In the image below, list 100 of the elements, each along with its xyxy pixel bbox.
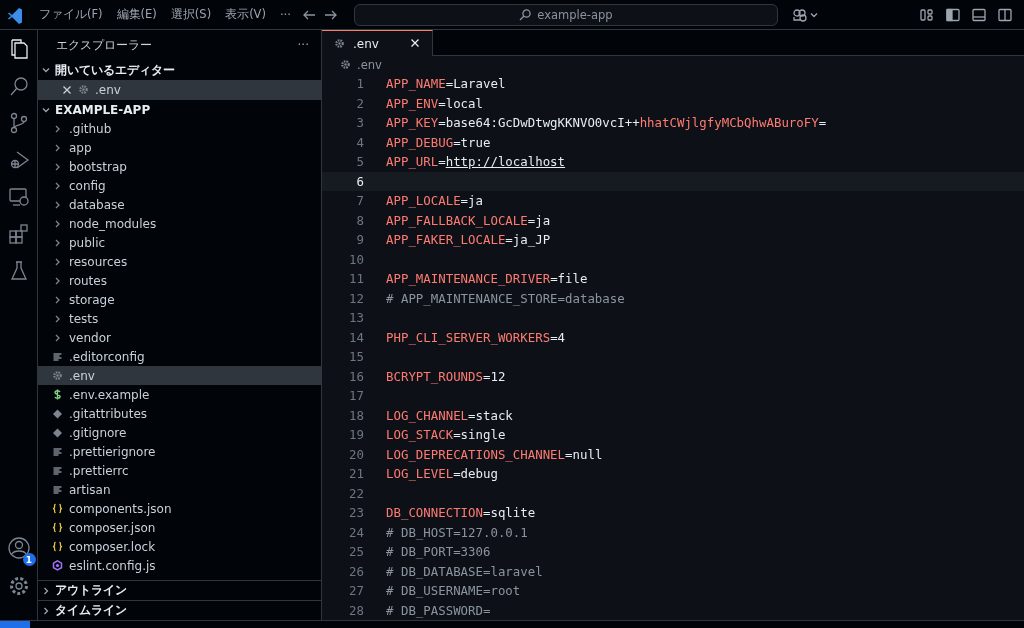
open-editor-item[interactable]: .env <box>38 80 321 99</box>
editor-tab[interactable]: .env <box>322 30 433 57</box>
close-icon <box>410 37 420 48</box>
hexagon-icon <box>52 560 63 571</box>
chevron-right-icon <box>41 585 51 596</box>
folder-item[interactable]: bootstrap <box>38 157 321 176</box>
extensions-icon <box>7 223 30 245</box>
line-number: 19 <box>348 427 364 443</box>
lines-icon <box>52 465 63 476</box>
code-text: # DB_DATABASE=laravel <box>386 563 543 579</box>
file-item[interactable]: .env <box>38 366 321 385</box>
code-text: APP_FAKER_LOCALE=ja_JP <box>386 232 551 248</box>
menu-item[interactable]: ··· <box>272 4 298 25</box>
braces-icon <box>52 541 63 552</box>
code-text: APP_LOCALE=ja <box>386 193 483 209</box>
notification-badge: 1 <box>22 553 36 566</box>
file-item[interactable]: .prettierrc <box>38 461 321 480</box>
line-number: 9 <box>355 232 364 248</box>
layout-icon <box>920 7 934 22</box>
file-item[interactable]: .editorconfig <box>38 347 321 366</box>
code-text: # DB_USERNAME=root <box>386 583 521 599</box>
line-number: 20 <box>348 446 364 462</box>
file-item[interactable]: composer.lock <box>38 537 321 556</box>
line-number: 28 <box>348 602 364 618</box>
chevron-down-icon <box>809 10 818 19</box>
line-number: 13 <box>348 310 364 326</box>
file-item[interactable]: .prettierignore <box>38 442 321 461</box>
line-number: 24 <box>348 524 364 540</box>
line-number: 10 <box>348 251 364 267</box>
section-header[interactable]: アウトライン <box>38 580 321 600</box>
code-text: LOG_STACK=single <box>386 427 506 443</box>
line-number: 5 <box>355 154 364 170</box>
menu-item[interactable]: 表示(V) <box>218 4 273 25</box>
file-item[interactable]: .env.example <box>38 385 321 404</box>
folder-item[interactable]: node_modules <box>38 214 321 233</box>
code-text: BCRYPT_ROUNDS=12 <box>386 368 506 384</box>
gear-icon <box>78 84 89 95</box>
sidebar-toggle-icon <box>946 7 960 22</box>
file-item[interactable]: .gitignore <box>38 423 321 442</box>
lines-icon <box>52 351 63 362</box>
more-actions-button[interactable]: ··· <box>297 38 309 52</box>
menu-item[interactable]: ファイル(F) <box>32 4 110 25</box>
line-number: 14 <box>348 329 364 345</box>
folder-item[interactable]: routes <box>38 271 321 290</box>
folder-item[interactable]: .github <box>38 119 321 138</box>
folder-item[interactable]: vendor <box>38 328 321 347</box>
file-item[interactable]: components.json <box>38 499 321 518</box>
section-header[interactable]: EXAMPLE-APP <box>38 99 321 119</box>
code-text: APP_DEBUG=true <box>386 134 491 150</box>
breadcrumb[interactable]: .env <box>322 56 1024 73</box>
settings-icon <box>7 575 30 597</box>
folder-item[interactable]: public <box>38 233 321 252</box>
code-text: LOG_CHANNEL=stack <box>386 407 513 423</box>
chevron-right-icon <box>41 605 51 616</box>
folder-item[interactable]: resources <box>38 252 321 271</box>
monitor-icon <box>7 186 30 208</box>
line-number: 7 <box>355 193 364 209</box>
line-number: 3 <box>355 115 364 131</box>
line-number: 15 <box>348 349 364 365</box>
folder-item[interactable]: config <box>38 176 321 195</box>
file-item[interactable]: .gitattributes <box>38 404 321 423</box>
panel-toggle-icon <box>972 7 986 22</box>
explorer-title: エクスプローラー <box>56 36 152 54</box>
file-item[interactable]: artisan <box>38 480 321 499</box>
line-number: 12 <box>348 290 364 306</box>
file-item[interactable]: composer.json <box>38 518 321 537</box>
gear-icon <box>334 38 345 50</box>
code-text: # DB_HOST=127.0.0.1 <box>386 524 528 540</box>
chevron-down-icon <box>41 65 51 75</box>
line-number: 22 <box>348 485 364 501</box>
line-number: 1 <box>355 76 364 92</box>
line-number: 4 <box>355 134 364 150</box>
code-text: APP_MAINTENANCE_DRIVER=file <box>386 271 588 287</box>
copilot-icon <box>791 7 808 22</box>
code-text: # DB_PORT=3306 <box>386 544 491 560</box>
folder-item[interactable]: database <box>38 195 321 214</box>
section-header[interactable]: 開いているエディター <box>38 60 321 80</box>
file-item[interactable]: eslint.config.js <box>38 556 321 575</box>
menu-item[interactable]: 選択(S) <box>163 4 219 25</box>
command-center-search[interactable]: example-app <box>353 3 778 26</box>
braces-icon <box>52 522 63 533</box>
folder-item[interactable]: app <box>38 138 321 157</box>
diamond-icon <box>52 408 63 419</box>
line-number: 8 <box>355 212 364 228</box>
code-text: LOG_DEPRECATIONS_CHANNEL=null <box>386 446 603 462</box>
code-text: LOG_LEVEL=debug <box>386 466 498 482</box>
diamond-icon <box>52 427 63 438</box>
line-number: 23 <box>348 505 364 521</box>
remote-indicator[interactable] <box>0 621 30 628</box>
code-text: APP_KEY=base64:GcDwDtwgKKNVO0vcI++hhatCWjlgfyMCbQhwABuroFY= <box>386 115 827 131</box>
folder-item[interactable]: tests <box>38 309 321 328</box>
folder-item[interactable]: storage <box>38 290 321 309</box>
code-text: # APP_MAINTENANCE_STORE=database <box>386 290 625 306</box>
code-text: APP_URL=http://localhost <box>386 154 566 170</box>
braces-icon <box>52 503 63 514</box>
gear-icon <box>340 59 351 71</box>
code-text: APP_FALLBACK_LOCALE=ja <box>386 212 551 228</box>
menu-item[interactable]: 編集(E) <box>109 4 164 25</box>
code-text: PHP_CLI_SERVER_WORKERS=4 <box>386 329 566 345</box>
line-number: 17 <box>348 388 364 404</box>
